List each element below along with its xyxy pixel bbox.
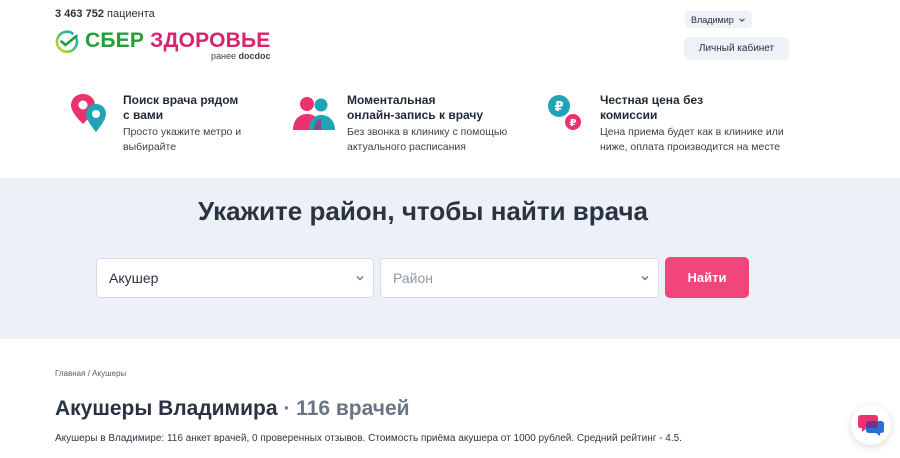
district-select[interactable]: Район bbox=[380, 258, 659, 298]
specialty-value: Акушер bbox=[109, 270, 159, 286]
specialty-select[interactable]: Акушер bbox=[96, 258, 374, 298]
site-header: 3 463 752 пациента СБЕР ЗДОРОВЬЕ ранее d… bbox=[0, 0, 900, 178]
district-placeholder: Район bbox=[393, 270, 433, 286]
logo-zdorovye-text: ЗДОРОВЬЕ bbox=[150, 29, 271, 52]
chevron-down-icon bbox=[738, 17, 745, 22]
location-pins-icon bbox=[71, 94, 106, 132]
logo-sber-text: СБЕР bbox=[85, 29, 145, 52]
feature-description: Без звонка в клинику с помощью актуально… bbox=[347, 126, 508, 153]
sber-logo-icon bbox=[55, 30, 79, 54]
doctors-count: · 116 врачей bbox=[283, 397, 410, 420]
logo[interactable]: СБЕР ЗДОРОВЬЕ ранее docdoc bbox=[55, 30, 271, 64]
breadcrumb-separator: / bbox=[87, 369, 90, 378]
svg-text:₽: ₽ bbox=[570, 118, 577, 129]
patients-counter: 3 463 752 пациента bbox=[55, 8, 155, 20]
svg-text:₽: ₽ bbox=[554, 100, 563, 115]
breadcrumb-current: Акушеры bbox=[92, 369, 127, 378]
logo-formerly-brand: docdoc bbox=[238, 51, 271, 61]
personal-cabinet-button[interactable]: Личный кабинет bbox=[684, 37, 789, 60]
city-selector[interactable]: Владимир bbox=[685, 11, 752, 28]
page-title-text: Акушеры Владимира bbox=[55, 397, 278, 420]
chat-bubbles-icon bbox=[858, 415, 884, 436]
feature-title: Моментальная онлайн-запись к врачу bbox=[347, 93, 484, 122]
chevron-down-icon bbox=[641, 276, 649, 281]
breadcrumb-home-link[interactable]: Главная bbox=[55, 369, 85, 378]
breadcrumb: Главная / Акушеры bbox=[55, 369, 126, 378]
patients-label: пациента bbox=[107, 8, 155, 20]
feature-description: Цена приема будет как в клинике или ниже… bbox=[600, 126, 784, 153]
find-button[interactable]: Найти bbox=[665, 257, 749, 298]
city-label: Владимир bbox=[691, 14, 734, 25]
patients-count: 3 463 752 bbox=[55, 8, 104, 20]
people-icon bbox=[293, 97, 335, 130]
page-title: Акушеры Владимира · 116 врачей bbox=[55, 397, 410, 421]
chevron-down-icon bbox=[356, 276, 364, 281]
page-summary: Акушеры в Владимире: 116 анкет врачей, 0… bbox=[55, 433, 682, 444]
chat-button[interactable] bbox=[851, 405, 891, 445]
feature-description: Просто укажите метро и выбирайте bbox=[123, 126, 242, 153]
ruble-coins-icon: ₽ ₽ bbox=[548, 95, 581, 130]
logo-formerly-label: ранее bbox=[210, 51, 236, 61]
feature-title: Честная цена без комиссии bbox=[600, 93, 704, 122]
search-heading: Укажите район, чтобы найти врача bbox=[197, 196, 649, 226]
feature-title: Поиск врача рядом с вами bbox=[123, 93, 239, 122]
logo-formerly: ранее docdoc bbox=[85, 52, 271, 61]
